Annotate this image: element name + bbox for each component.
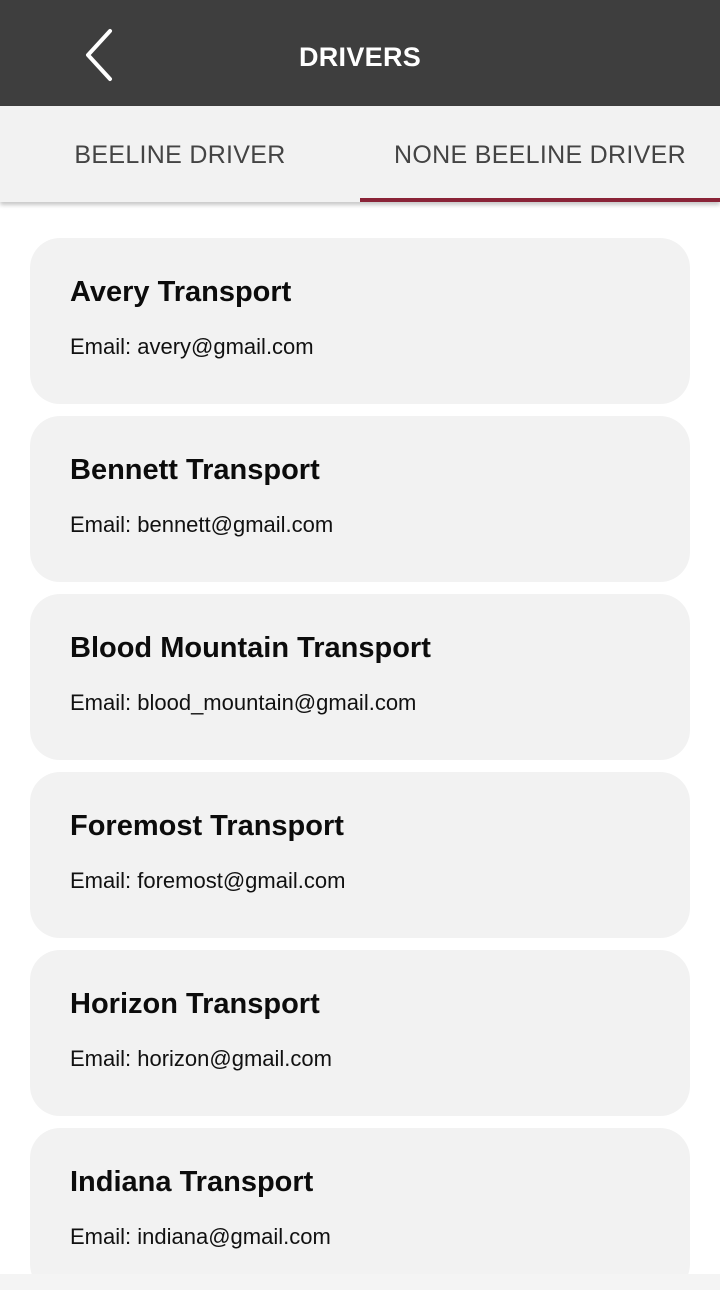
active-tab-indicator	[360, 198, 720, 202]
driver-name: Horizon Transport	[70, 988, 320, 1020]
driver-email: Email: horizon@gmail.com	[70, 1046, 332, 1071]
driver-card[interactable]: Blood Mountain Transport Email: blood_mo…	[30, 594, 690, 760]
driver-card[interactable]: Foremost Transport Email: foremost@gmail…	[30, 772, 690, 938]
tab-beeline-driver[interactable]: BEELINE DRIVER	[0, 106, 360, 202]
driver-name: Foremost Transport	[70, 810, 344, 842]
drivers-screen: DRIVERS BEELINE DRIVER NONE BEELINE DRIV…	[0, 0, 720, 1290]
driver-type-tabs: BEELINE DRIVER NONE BEELINE DRIVER	[0, 106, 720, 202]
driver-name: Avery Transport	[70, 276, 292, 308]
driver-card[interactable]: Indiana Transport Email: indiana@gmail.c…	[30, 1128, 690, 1274]
driver-email: Email: avery@gmail.com	[70, 334, 314, 359]
driver-email: Email: blood_mountain@gmail.com	[70, 690, 417, 715]
driver-email: Email: bennett@gmail.com	[70, 512, 334, 537]
driver-email: Email: foremost@gmail.com	[70, 868, 346, 893]
driver-name: Blood Mountain Transport	[70, 632, 431, 664]
app-header: DRIVERS	[0, 0, 720, 106]
driver-email: Email: indiana@gmail.com	[70, 1224, 331, 1249]
back-button[interactable]	[70, 22, 130, 86]
driver-name: Indiana Transport	[70, 1166, 314, 1198]
tab-none-beeline-driver[interactable]: NONE BEELINE DRIVER	[360, 106, 720, 202]
driver-card[interactable]: Bennett Transport Email: bennett@gmail.c…	[30, 416, 690, 582]
chevron-left-icon	[70, 22, 130, 86]
driver-card[interactable]: Avery Transport Email: avery@gmail.com	[30, 238, 690, 404]
driver-list[interactable]: Avery Transport Email: avery@gmail.com B…	[0, 202, 720, 1274]
driver-card[interactable]: Horizon Transport Email: horizon@gmail.c…	[30, 950, 690, 1116]
bottom-edge	[0, 1274, 720, 1290]
driver-name: Bennett Transport	[70, 454, 320, 486]
